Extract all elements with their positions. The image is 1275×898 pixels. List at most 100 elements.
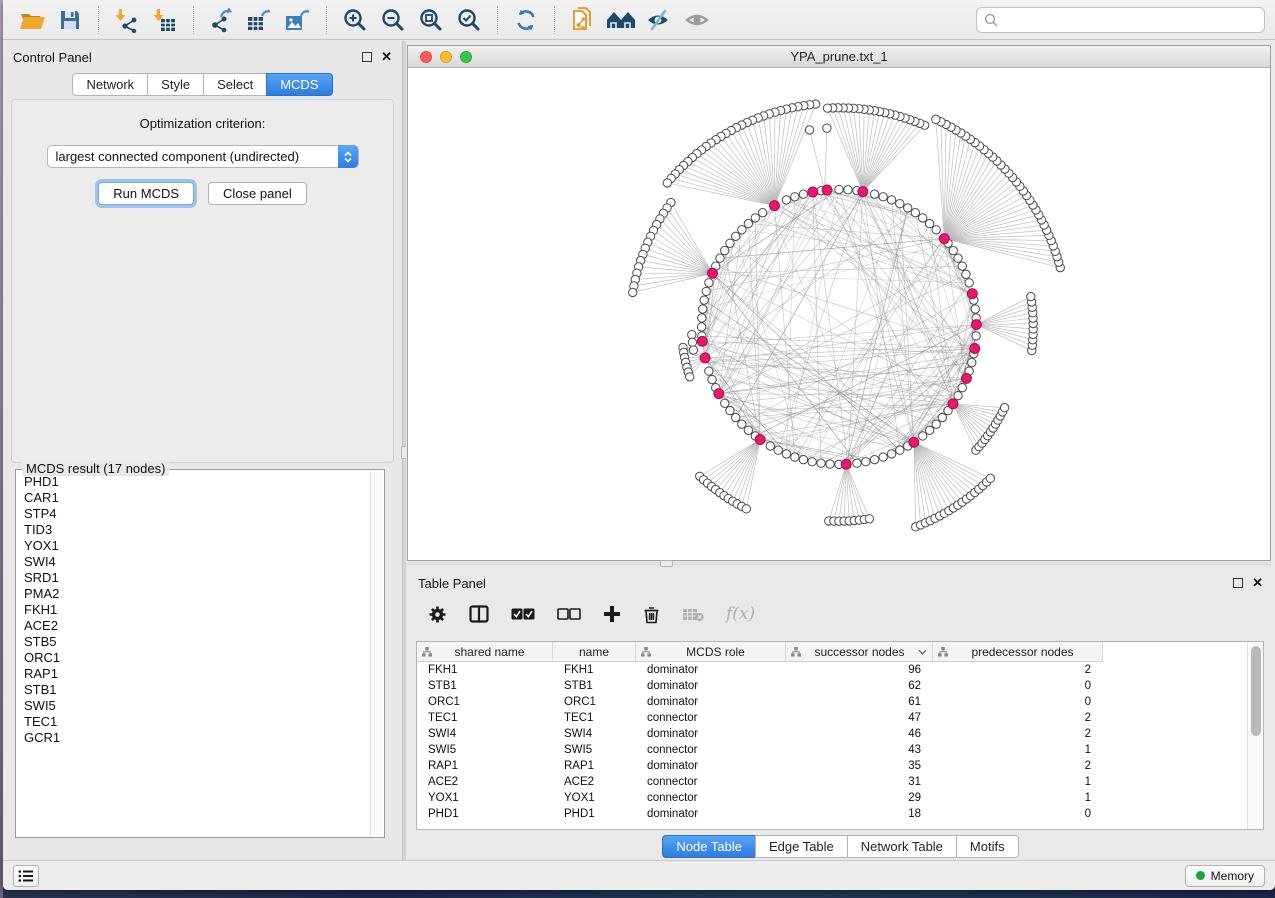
memory-button[interactable]: Memory — [1185, 865, 1265, 887]
mcds-hub-node[interactable] — [697, 336, 707, 346]
mcds-hub-node[interactable] — [700, 353, 710, 363]
tab-network-table[interactable]: Network Table — [847, 835, 957, 858]
tab-node-table[interactable]: Node Table — [662, 835, 756, 858]
table-row[interactable]: RAP1RAP1dominator352 — [417, 758, 1247, 774]
network-node[interactable] — [799, 190, 807, 198]
mcds-hub-node[interactable] — [948, 399, 958, 409]
network-node[interactable] — [721, 246, 729, 254]
import-network-button[interactable] — [108, 3, 146, 37]
table-scrollbar-thumb[interactable] — [1251, 646, 1261, 736]
open-file-button[interactable] — [13, 3, 51, 37]
table-row[interactable]: FKH1FKH1dominator962 — [417, 662, 1247, 678]
network-node[interactable] — [629, 288, 637, 296]
network-node[interactable] — [738, 420, 746, 428]
network-node[interactable] — [805, 126, 813, 134]
table-scrollbar[interactable] — [1247, 642, 1263, 829]
table-row[interactable]: ACE2ACE2connector311 — [417, 774, 1247, 790]
network-node[interactable] — [686, 373, 694, 381]
network-node[interactable] — [896, 446, 904, 454]
network-node[interactable] — [826, 460, 834, 468]
mcds-result-list[interactable]: PHD1CAR1STP4TID3YOX1SWI4SRD1PMA2FKH1ACE2… — [18, 474, 368, 835]
network-node[interactable] — [986, 474, 994, 482]
table-row[interactable]: PHD1PHD1dominator180 — [417, 806, 1247, 822]
network-node[interactable] — [918, 214, 926, 222]
apply-preferred-layout-button[interactable] — [507, 3, 545, 37]
mcds-hub-node[interactable] — [808, 187, 818, 197]
network-node[interactable] — [932, 420, 940, 428]
network-node[interactable] — [971, 305, 979, 313]
mcds-result-item[interactable]: YOX1 — [18, 538, 368, 554]
network-node[interactable] — [925, 219, 933, 227]
export-network-button[interactable] — [203, 3, 241, 37]
new-network-from-selection-button[interactable] — [564, 3, 602, 37]
import-table-button[interactable] — [146, 3, 184, 37]
network-node[interactable] — [698, 314, 706, 322]
add-row-button[interactable] — [603, 605, 621, 623]
network-node[interactable] — [862, 458, 870, 466]
tab-mcds[interactable]: MCDS — [266, 73, 332, 96]
criterion-dropdown[interactable]: largest connected component (undirected) — [47, 145, 359, 168]
network-node[interactable] — [932, 226, 940, 234]
network-node[interactable] — [938, 413, 946, 421]
float-panel-button[interactable] — [362, 52, 372, 62]
show-all-button[interactable] — [678, 3, 716, 37]
network-node[interactable] — [823, 104, 831, 112]
network-node[interactable] — [688, 330, 696, 338]
network-node[interactable] — [911, 208, 919, 216]
mcds-list-scrollbar[interactable] — [370, 471, 383, 836]
zoom-selected-button[interactable] — [450, 3, 488, 37]
network-node[interactable] — [962, 270, 970, 278]
network-node[interactable] — [870, 456, 878, 464]
first-neighbors-button[interactable] — [602, 3, 640, 37]
network-node[interactable] — [896, 199, 904, 207]
mcds-result-item[interactable]: RAP1 — [18, 666, 368, 682]
run-mcds-button[interactable]: Run MCDS — [98, 182, 194, 205]
network-node[interactable] — [744, 219, 752, 227]
maximize-window-traffic-light[interactable] — [460, 51, 472, 63]
mcds-result-item[interactable]: SWI5 — [18, 698, 368, 714]
table-row[interactable]: ORC1ORC1dominator610 — [417, 694, 1247, 710]
hide-selected-button[interactable] — [640, 3, 678, 37]
close-panel-icon-button[interactable]: ✕ — [381, 52, 392, 62]
tab-motifs[interactable]: Motifs — [956, 835, 1019, 858]
network-node[interactable] — [925, 426, 933, 434]
mcds-result-item[interactable]: ORC1 — [18, 650, 368, 666]
mcds-hub-node[interactable] — [858, 187, 868, 197]
network-node[interactable] — [918, 432, 926, 440]
save-session-button[interactable] — [51, 3, 89, 37]
network-node[interactable] — [904, 204, 912, 212]
network-node[interactable] — [853, 459, 861, 467]
network-node[interactable] — [766, 442, 774, 450]
network-node[interactable] — [705, 367, 713, 375]
network-node[interactable] — [782, 450, 790, 458]
mcds-hub-node[interactable] — [822, 185, 832, 195]
table-row[interactable]: YOX1YOX1connector291 — [417, 790, 1247, 806]
mcds-hub-node[interactable] — [961, 373, 971, 383]
network-node[interactable] — [705, 279, 713, 287]
mcds-hub-node[interactable] — [909, 437, 919, 447]
mcds-result-item[interactable]: PMA2 — [18, 586, 368, 602]
zoom-out-button[interactable] — [374, 3, 412, 37]
network-node[interactable] — [954, 391, 962, 399]
network-node[interactable] — [744, 426, 752, 434]
mcds-result-item[interactable]: PHD1 — [18, 474, 368, 490]
network-node[interactable] — [774, 446, 782, 454]
network-node[interactable] — [726, 239, 734, 247]
network-node[interactable] — [879, 193, 887, 201]
network-node[interactable] — [702, 287, 710, 295]
network-node[interactable] — [731, 232, 739, 240]
mcds-result-item[interactable]: ACE2 — [18, 618, 368, 634]
network-node[interactable] — [700, 296, 708, 304]
network-node[interactable] — [972, 332, 980, 340]
network-node[interactable] — [1000, 404, 1008, 412]
network-node[interactable] — [823, 124, 831, 132]
column-header-mcds-role[interactable]: MCDS role — [636, 642, 786, 661]
network-node[interactable] — [887, 450, 895, 458]
network-node[interactable] — [708, 375, 716, 383]
tab-select[interactable]: Select — [203, 73, 267, 96]
network-node[interactable] — [799, 456, 807, 464]
network-node[interactable] — [716, 254, 724, 262]
network-node[interactable] — [663, 179, 671, 187]
tab-network[interactable]: Network — [72, 73, 148, 96]
network-node[interactable] — [879, 453, 887, 461]
